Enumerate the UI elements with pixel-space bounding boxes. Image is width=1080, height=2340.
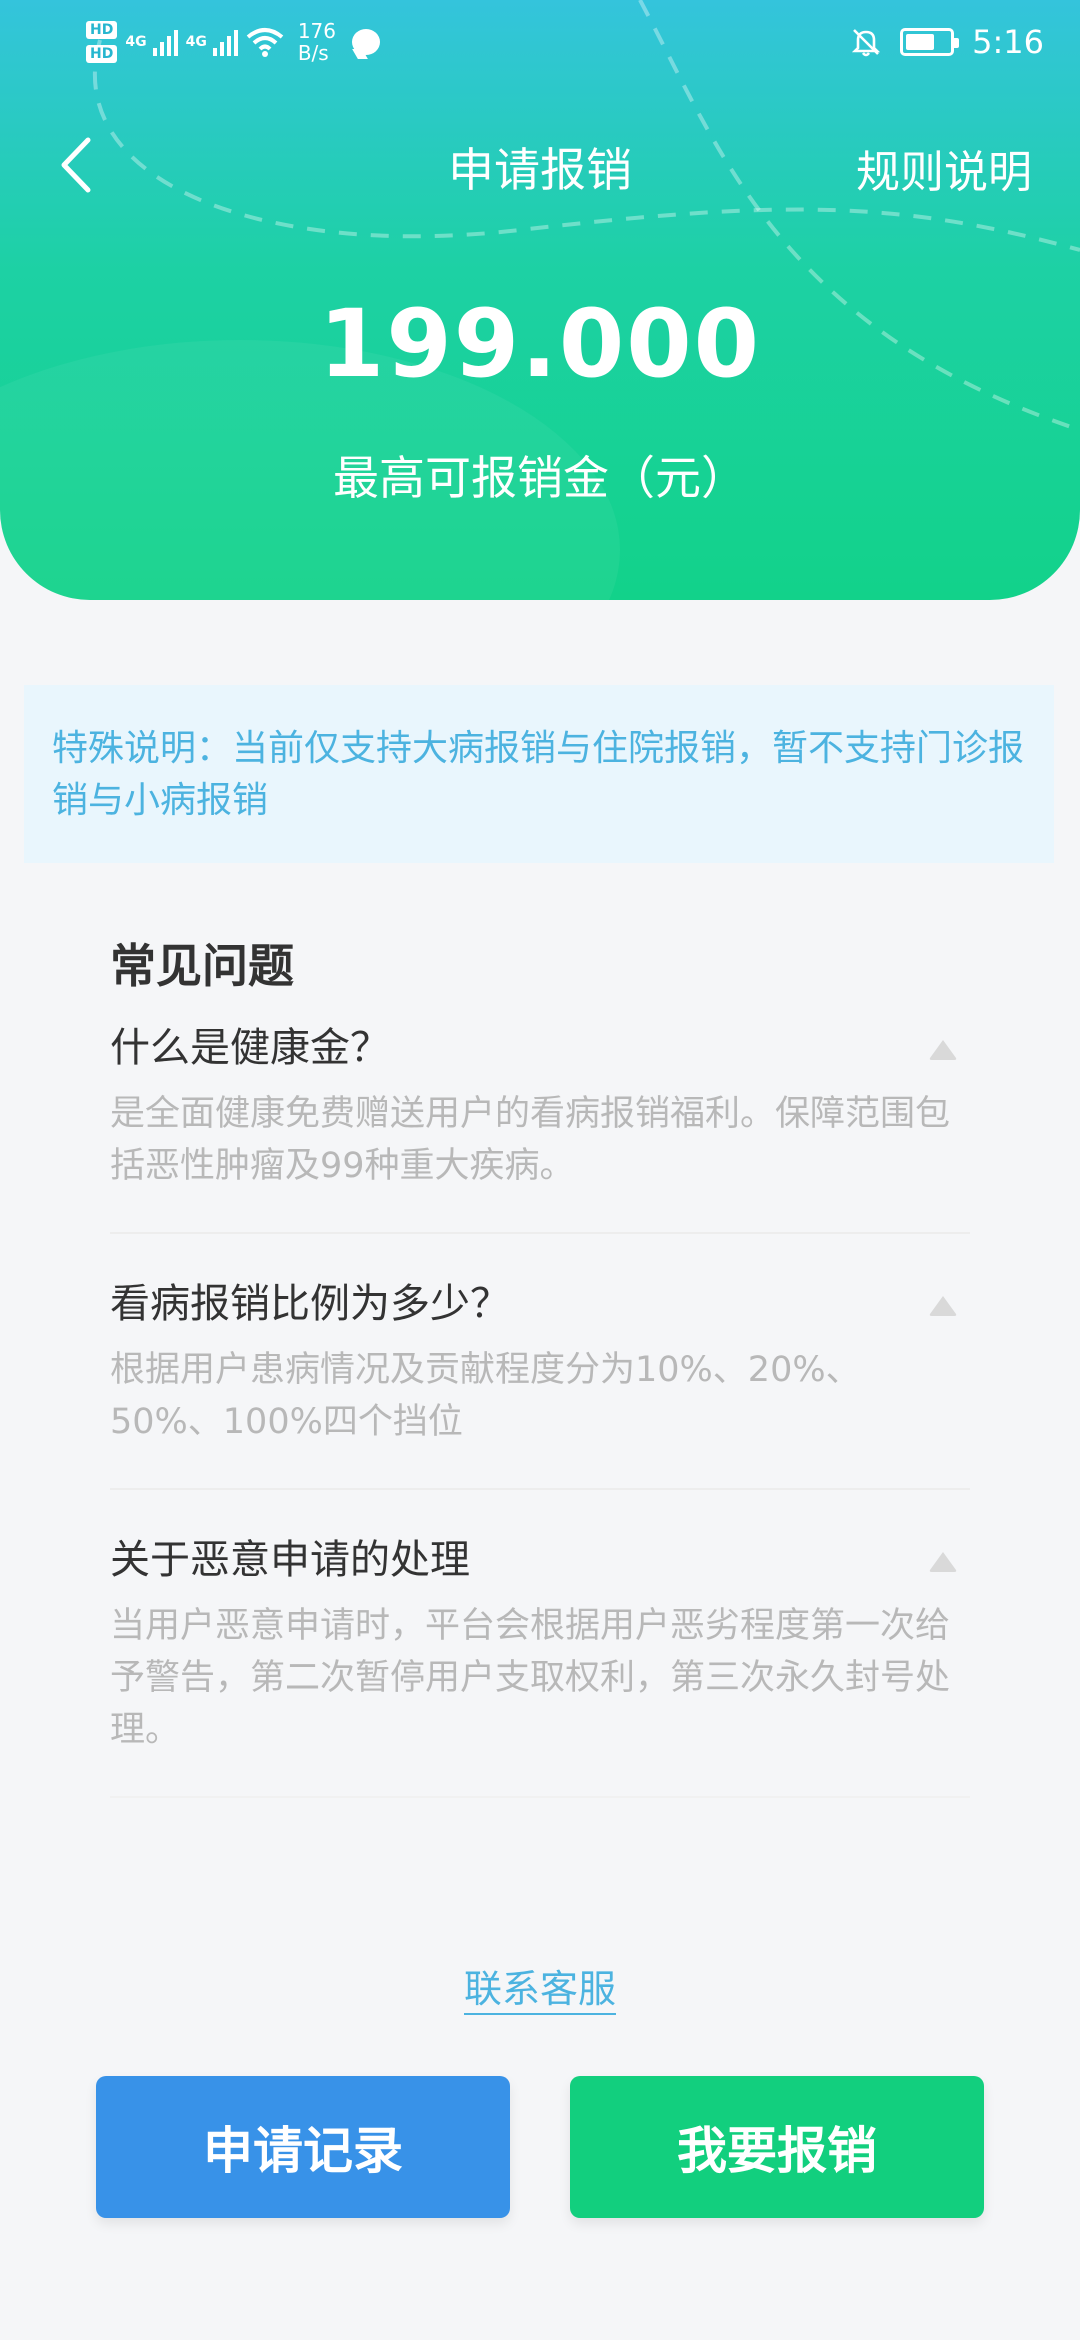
special-notice: 特殊说明：当前仅支持大病报销与住院报销，暂不支持门诊报销与小病报销: [24, 685, 1054, 863]
hd-badge-2: HD: [86, 45, 118, 63]
status-bar: HD HD 4G 4G 176 B/s 5:16: [0, 0, 1080, 90]
faq-question[interactable]: 什么是健康金？: [110, 1018, 970, 1078]
apply-reimbursement-button[interactable]: 我要报销: [570, 2076, 984, 2218]
battery-icon: [900, 28, 960, 56]
max-amount: 199.000: [318, 290, 762, 399]
faq-answer: 当用户恶意申请时，平台会根据用户恶劣程度第一次给予警告，第二次暂停用户支取权利，…: [110, 1606, 951, 1750]
collapse-arrow-icon[interactable]: [926, 1034, 960, 1064]
status-right: 5:16: [850, 12, 1044, 72]
faq-title: 常见问题: [110, 939, 294, 993]
collapse-arrow-icon[interactable]: [926, 1290, 960, 1320]
network-type-1: 4G: [125, 34, 147, 50]
faq-answer: 是全面健康免费赠送用户的看病报销福利。保障范围包括恶性肿瘤及99种重大疾病。: [110, 1094, 951, 1186]
signal-icon-1: [152, 28, 178, 56]
wifi-icon: [246, 28, 284, 57]
message-icon: [352, 29, 380, 55]
signal-icon-2: [212, 28, 238, 56]
contact-support: 联系客服: [0, 1958, 1080, 2015]
clock: 5:16: [972, 23, 1044, 61]
faq-section: 常见问题 什么是健康金？ 是全面健康免费赠送用户的看病报销福利。保障范围包括恶性…: [110, 930, 970, 1838]
faq-item[interactable]: 看病报销比例为多少？ 根据用户患病情况及贡献程度分为10%、20%、50%、10…: [110, 1274, 970, 1490]
collapse-arrow-icon[interactable]: [926, 1546, 960, 1576]
faq-item[interactable]: 什么是健康金？ 是全面健康免费赠送用户的看病报销福利。保障范围包括恶性肿瘤及99…: [110, 1018, 970, 1234]
status-left: HD HD 4G 4G 176 B/s: [86, 12, 380, 72]
hd-badge-1: HD: [86, 21, 118, 39]
hd-badges: HD HD: [86, 21, 118, 63]
faq-item[interactable]: 关于恶意申请的处理 当用户恶意申请时，平台会根据用户恶劣程度第一次给予警告，第二…: [110, 1530, 970, 1798]
network-type-2: 4G: [185, 34, 207, 50]
network-speed: 176 B/s: [298, 20, 336, 64]
rules-button[interactable]: 规则说明: [856, 136, 1032, 200]
contact-support-link[interactable]: 联系客服: [463, 1967, 616, 2015]
faq-answer: 根据用户患病情况及贡献程度分为10%、20%、50%、100%四个挡位: [110, 1350, 861, 1442]
notice-text: 特殊说明：当前仅支持大病报销与住院报销，暂不支持门诊报销与小病报销: [52, 728, 1025, 821]
faq-question[interactable]: 看病报销比例为多少？: [110, 1274, 970, 1334]
max-amount-label: 最高可报销金（元）: [333, 451, 747, 505]
network-speed-value: 176: [297, 19, 336, 43]
application-record-button[interactable]: 申请记录: [96, 2076, 510, 2218]
faq-question[interactable]: 关于恶意申请的处理: [110, 1530, 970, 1590]
bell-muted-icon: [852, 29, 881, 57]
network-speed-unit: B/s: [297, 41, 329, 65]
